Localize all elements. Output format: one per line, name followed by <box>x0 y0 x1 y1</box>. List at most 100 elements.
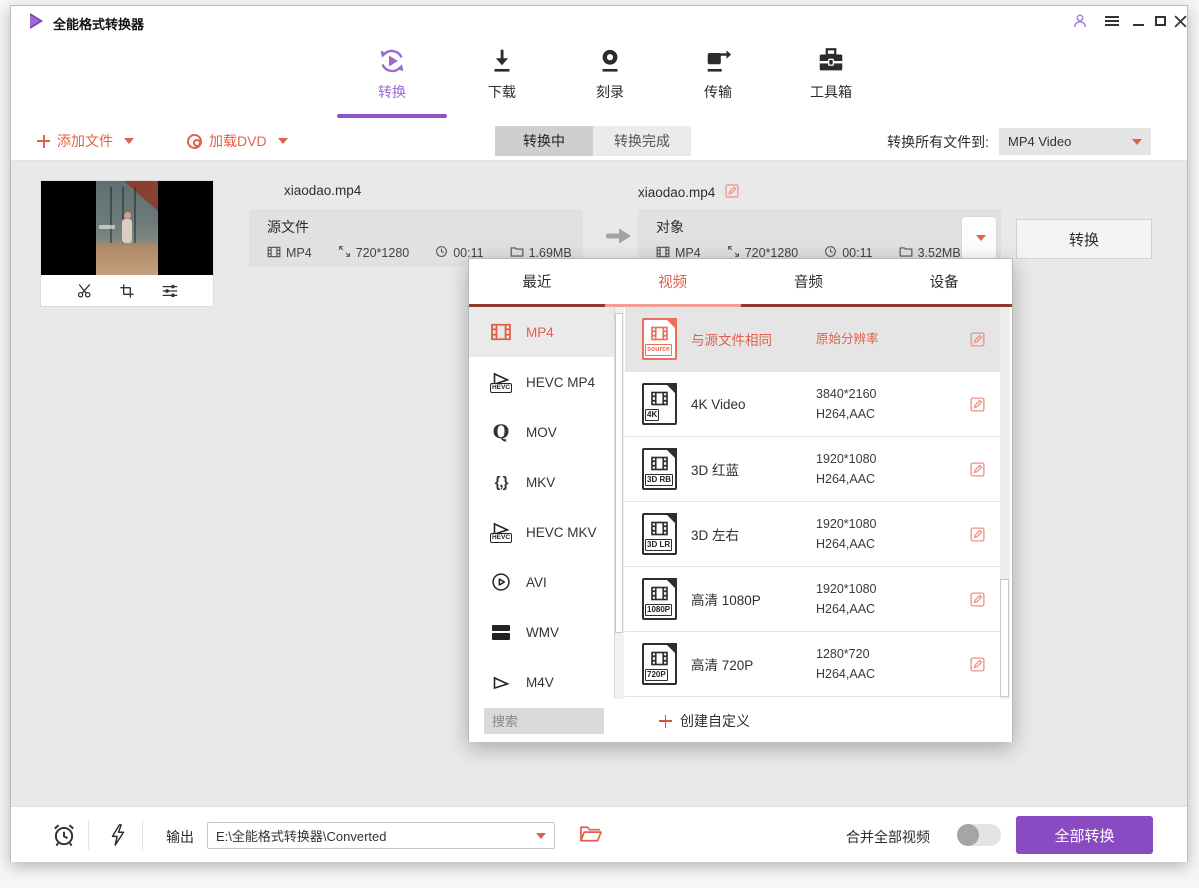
titlebar: 全能格式转换器 <box>11 6 1187 36</box>
edit-profile-icon[interactable] <box>969 591 986 608</box>
edit-profile-icon[interactable] <box>969 526 986 543</box>
merge-videos-label: 合并全部视频 <box>846 827 930 847</box>
menu-icon[interactable] <box>1101 12 1123 30</box>
tab-converting[interactable]: 转换中 <box>495 126 593 156</box>
profile-row-source[interactable]: source 与源文件相同 原始分辨率 <box>625 307 1000 372</box>
high-speed-icon[interactable] <box>107 822 129 848</box>
mp4-film-icon <box>486 323 516 341</box>
output-format-dropdown[interactable]: MP4 Video <box>999 128 1151 155</box>
close-button[interactable] <box>1169 12 1191 30</box>
transfer-icon <box>673 44 763 78</box>
nav-tab-transfer[interactable]: 传输 <box>673 44 763 102</box>
create-custom-button[interactable]: 创建自定义 <box>659 708 750 734</box>
crop-icon[interactable] <box>119 283 135 299</box>
nav-tab-download[interactable]: 下载 <box>457 44 547 102</box>
target-title: 对象 <box>656 217 983 237</box>
video-file-icon: 3D RB <box>642 448 677 490</box>
active-nav-underline <box>337 114 447 118</box>
chevron-down-icon <box>1132 139 1142 145</box>
burn-disc-icon <box>565 44 655 78</box>
profile-row-720p[interactable]: 720P 高清 720P 1280*720H264,AAC <box>625 632 1000 697</box>
video-thumbnail-card <box>41 181 213 306</box>
video-file-icon: 720P <box>642 643 677 685</box>
popup-tab-audio[interactable]: 音频 <box>741 259 877 304</box>
edit-profile-icon[interactable] <box>969 396 986 413</box>
format-item-m4v[interactable]: M4V <box>469 657 614 699</box>
clapperboard-icon <box>486 625 516 640</box>
popup-tab-device[interactable]: 设备 <box>876 259 1012 304</box>
search-input[interactable] <box>484 708 604 734</box>
account-icon[interactable] <box>1069 12 1091 30</box>
tab-finished[interactable]: 转换完成 <box>593 126 691 156</box>
profile-list-scrollbar[interactable] <box>1000 307 1010 699</box>
chevron-down-icon <box>124 138 134 144</box>
convert-row-button[interactable]: 转换 <box>1016 219 1152 259</box>
source-filename: xiaodao.mp4 <box>284 183 361 198</box>
edit-profile-icon[interactable] <box>969 656 986 673</box>
plus-icon <box>659 715 672 728</box>
profile-row-3d-rb[interactable]: 3D RB 3D 红蓝 1920*1080H264,AAC <box>625 437 1000 502</box>
open-folder-icon[interactable] <box>579 824 602 844</box>
rename-icon[interactable] <box>724 183 740 202</box>
video-thumbnail[interactable] <box>41 181 213 275</box>
popup-bottom-bar: 创建自定义 <box>469 699 1012 742</box>
convert-all-button[interactable]: 全部转换 <box>1016 816 1153 854</box>
mkv-braces-icon: {,} <box>486 474 516 491</box>
status-tabs: 转换中 转换完成 <box>495 126 691 156</box>
toolbox-icon <box>786 44 876 78</box>
format-item-mkv[interactable]: {,} MKV <box>469 457 614 507</box>
output-label: 输出 <box>166 827 194 847</box>
load-dvd-button[interactable]: 加载DVD <box>187 121 288 161</box>
profile-row-3d-lr[interactable]: 3D LR 3D 左右 1920*1080H264,AAC <box>625 502 1000 567</box>
quicktime-icon: Q <box>486 421 516 443</box>
nav-tab-burn[interactable]: 刻录 <box>565 44 655 102</box>
edit-profile-icon[interactable] <box>969 461 986 478</box>
plus-icon <box>37 135 50 148</box>
chevron-down-icon <box>278 138 288 144</box>
format-item-mp4[interactable]: MP4 <box>469 307 614 357</box>
convert-icon <box>347 44 437 78</box>
minimize-button[interactable] <box>1127 12 1149 30</box>
divider <box>142 820 143 850</box>
chevron-down-icon <box>976 235 986 241</box>
output-path-input[interactable] <box>207 822 555 849</box>
toolbar: 添加文件 加载DVD 转换中 转换完成 转换所有文件到: MP4 Video <box>11 121 1187 161</box>
format-item-hevc-mp4[interactable]: HEVC HEVC MP4 <box>469 357 614 407</box>
nav-tab-toolbox[interactable]: 工具箱 <box>786 44 876 102</box>
duration-icon <box>435 245 448 261</box>
target-filename: xiaodao.mp4 <box>638 185 715 200</box>
play-circle-icon <box>486 572 516 592</box>
effects-icon[interactable] <box>161 283 179 299</box>
sidebar-scrollbar[interactable] <box>615 307 624 699</box>
format-item-mov[interactable]: Q MOV <box>469 407 614 457</box>
app-window: 全能格式转换器 转换 <box>10 5 1188 862</box>
source-title: 源文件 <box>267 217 565 237</box>
format-item-avi[interactable]: AVI <box>469 557 614 607</box>
profile-row-1080p[interactable]: 1080P 高清 1080P 1920*1080H264,AAC <box>625 567 1000 632</box>
video-file-icon: 1080P <box>642 578 677 620</box>
merge-videos-toggle[interactable] <box>957 824 1001 846</box>
format-item-wmv[interactable]: WMV <box>469 607 614 657</box>
maximize-button[interactable] <box>1149 12 1171 30</box>
video-file-icon: 4K <box>642 383 677 425</box>
schedule-icon[interactable] <box>51 822 77 848</box>
divider <box>88 820 89 850</box>
popup-tab-video[interactable]: 视频 <box>605 259 741 304</box>
app-logo-icon <box>30 13 43 29</box>
nav-tab-convert[interactable]: 转换 <box>347 44 437 102</box>
target-filename-row: xiaodao.mp4 <box>638 183 740 202</box>
format-picker-popup: 最近 视频 音频 设备 MP4 HEVC HEVC MP4 Q MOV {,} <box>468 258 1013 742</box>
edit-profile-icon[interactable] <box>969 331 986 348</box>
download-icon <box>457 44 547 78</box>
chevron-down-icon[interactable] <box>536 833 546 839</box>
video-file-icon: 3D LR <box>642 513 677 555</box>
format-item-hevc-mkv[interactable]: HEVC HEVC MKV <box>469 507 614 557</box>
trim-icon[interactable] <box>76 282 93 299</box>
popup-tab-recent[interactable]: 最近 <box>469 259 605 304</box>
profile-row-4k[interactable]: 4K 4K Video 3840*2160H264,AAC <box>625 372 1000 437</box>
dvd-disc-icon <box>187 134 202 149</box>
target-format-dropdown-button[interactable] <box>961 216 997 260</box>
add-files-button[interactable]: 添加文件 <box>37 121 134 161</box>
popup-tabs: 最近 视频 音频 设备 <box>469 259 1012 307</box>
convert-all-to-label: 转换所有文件到: <box>887 132 989 152</box>
